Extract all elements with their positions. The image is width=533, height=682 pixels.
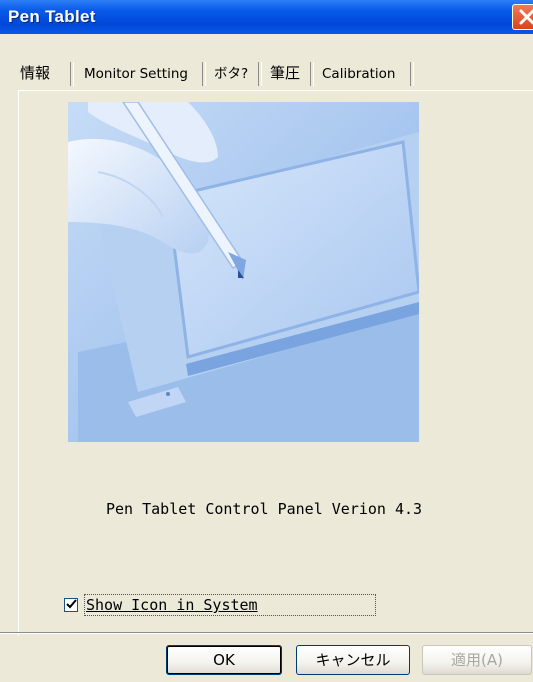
window-title: Pen Tablet bbox=[8, 7, 96, 26]
tab-calibration[interactable]: Calibration bbox=[322, 58, 414, 90]
show-icon-checkbox[interactable] bbox=[64, 598, 78, 612]
title-bar[interactable]: Pen Tablet bbox=[0, 0, 533, 34]
tab-monitor-setting[interactable]: Monitor Setting bbox=[84, 58, 206, 90]
tab-info[interactable]: 情報 bbox=[20, 58, 74, 90]
tab-label: 筆圧 bbox=[270, 64, 301, 82]
ok-button[interactable]: OK bbox=[166, 645, 282, 675]
version-text: Pen Tablet Control Panel Verion 4.3 bbox=[106, 500, 423, 518]
tablet-illustration bbox=[68, 102, 419, 442]
dialog-divider bbox=[0, 632, 533, 634]
tab-separator bbox=[202, 62, 206, 86]
apply-button[interactable]: 適用(A) bbox=[422, 645, 532, 675]
tab-separator bbox=[310, 62, 314, 86]
close-icon bbox=[519, 9, 533, 25]
tab-buttons[interactable]: ボタ? bbox=[214, 58, 262, 90]
tab-label: ボタ? bbox=[214, 66, 249, 82]
show-icon-label[interactable]: Show Icon in System bbox=[86, 596, 258, 614]
tab-separator bbox=[410, 62, 414, 86]
tab-label: Calibration bbox=[322, 66, 396, 82]
checkmark-icon bbox=[66, 599, 77, 609]
close-button[interactable] bbox=[512, 4, 533, 30]
tab-separator bbox=[70, 62, 74, 86]
tab-pen-pressure[interactable]: 筆圧 bbox=[270, 58, 314, 90]
tab-separator bbox=[258, 62, 262, 86]
tab-label: Monitor Setting bbox=[84, 66, 188, 82]
cancel-button[interactable]: キャンセル bbox=[296, 645, 410, 675]
tab-label: 情報 bbox=[20, 64, 51, 82]
